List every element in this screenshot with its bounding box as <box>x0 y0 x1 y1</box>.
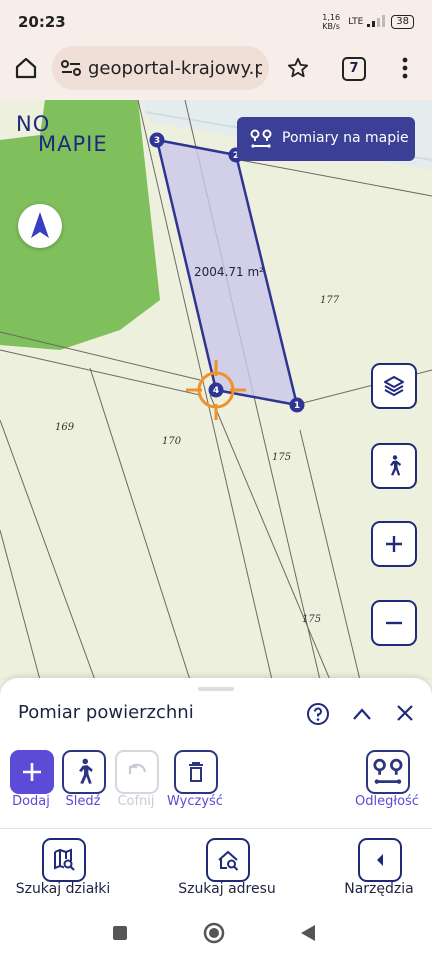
zoom-out-button[interactable] <box>371 600 417 646</box>
signal-icon <box>367 14 387 30</box>
north-arrow-icon <box>31 212 49 238</box>
logo-text-top: NO <box>16 112 51 136</box>
parcel-label: 175 <box>272 452 291 463</box>
back-triangle-icon[interactable] <box>300 924 316 946</box>
follow-button[interactable] <box>62 750 106 794</box>
undo-icon <box>128 763 147 774</box>
layers-icon <box>384 376 404 397</box>
plus-icon <box>386 536 402 552</box>
measure-pins-icon <box>373 758 403 784</box>
url-text[interactable]: geoportal-krajowy.pl/i <box>88 58 262 79</box>
chevron-up-icon[interactable] <box>351 704 373 728</box>
home-search-icon <box>218 850 239 871</box>
walking-person-icon <box>79 758 93 784</box>
home-circle-icon[interactable] <box>203 922 225 948</box>
plus-icon <box>23 763 41 781</box>
battery-icon: 38 <box>391 15 414 29</box>
tools-label: Narzędzia <box>344 881 414 897</box>
net-speed: 1,16 KB/s <box>322 13 341 31</box>
panel-drag-handle[interactable] <box>198 687 234 691</box>
parcel-label: 175 <box>302 614 321 625</box>
area-label: 2004.71 m² <box>194 265 264 279</box>
tab-switcher-button[interactable]: 7 <box>342 57 366 81</box>
undo-button[interactable] <box>115 750 159 794</box>
distance-mode-button[interactable] <box>366 750 410 794</box>
map-search-icon <box>54 848 75 871</box>
close-icon[interactable] <box>395 703 415 727</box>
help-icon[interactable] <box>306 702 330 730</box>
tools-button[interactable] <box>358 838 402 882</box>
compass-button[interactable] <box>18 204 62 248</box>
walking-person-icon <box>390 455 401 476</box>
home-icon[interactable] <box>14 56 38 84</box>
clear-label: Wyczyść <box>167 794 223 809</box>
bookmark-star-icon[interactable] <box>287 57 309 83</box>
search-parcel-label: Szukaj działki <box>15 881 111 897</box>
site-settings-icon[interactable] <box>61 59 81 81</box>
measure-on-map-button[interactable]: Pomiary na mapie <box>237 117 415 161</box>
vertex-label: 3 <box>154 136 160 146</box>
map-canvas[interactable]: 177 169 170 175 175 2004.71 m² 1 2 3 4 <box>0 100 432 680</box>
parcel-label: 169 <box>55 422 75 433</box>
recent-apps-icon[interactable] <box>112 925 128 945</box>
parcel-label: 177 <box>320 295 340 306</box>
search-parcel-button[interactable] <box>42 838 86 882</box>
app-logo: NO MAPIE <box>16 112 108 156</box>
network-type: LTE <box>348 17 364 27</box>
zoom-in-button[interactable] <box>371 521 417 567</box>
status-icons: 1,16 KB/s LTE 38 <box>322 13 414 31</box>
vertex-label: 4 <box>213 386 219 396</box>
minus-icon <box>386 621 402 625</box>
status-time: 20:23 <box>18 13 66 31</box>
panel-title: Pomiar powierzchni <box>18 702 194 723</box>
status-bar: 20:23 1,16 KB/s LTE 38 <box>0 0 432 44</box>
add-point-button[interactable] <box>10 750 54 794</box>
vertex-label: 1 <box>294 401 300 411</box>
chevron-left-icon <box>377 854 383 866</box>
measure-on-map-label: Pomiary na mapie <box>282 130 409 146</box>
measure-pins-icon <box>250 129 272 148</box>
logo-text-bottom: MAPIE <box>38 132 108 156</box>
track-location-button[interactable] <box>371 443 417 489</box>
clear-button[interactable] <box>174 750 218 794</box>
parcel-label: 170 <box>162 436 182 447</box>
layers-button[interactable] <box>371 363 417 409</box>
distance-mode-label: Odległość <box>355 794 419 809</box>
trash-icon <box>189 762 203 782</box>
search-address-button[interactable] <box>206 838 250 882</box>
search-address-label: Szukaj adresu <box>178 881 276 897</box>
browser-menu-icon[interactable] <box>402 57 408 83</box>
